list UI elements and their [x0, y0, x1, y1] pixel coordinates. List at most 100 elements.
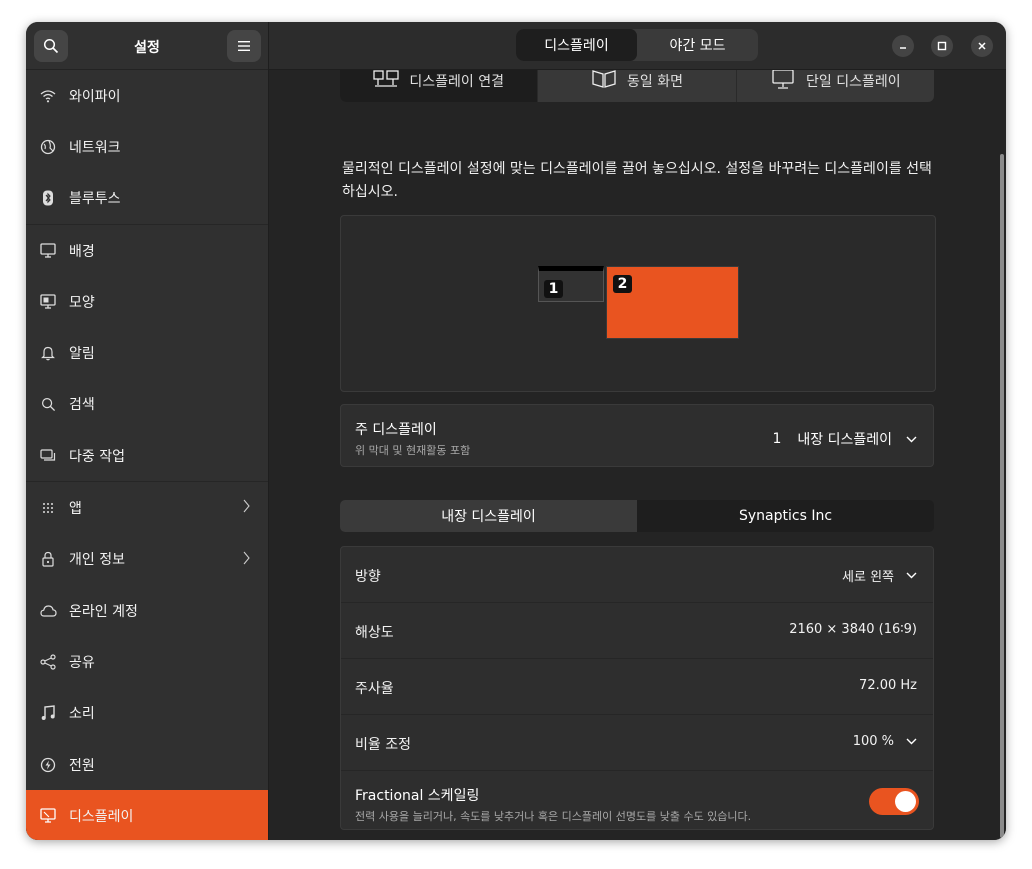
sidebar-item-privacy[interactable]: 개인 정보 — [26, 534, 268, 585]
chevron-right-icon — [243, 551, 250, 569]
primary-display-label: 주 디스플레이 — [355, 422, 437, 438]
scale-row[interactable]: 비율 조정 100 % — [341, 715, 933, 771]
arrangement-description: 물리적인 디스플레이 설정에 맞는 디스플레이를 끌어 놓으십시오. 설정을 바… — [342, 161, 932, 200]
primary-display-number: 1 — [772, 431, 782, 447]
sidebar-item-label: 디스플레이 — [69, 808, 134, 825]
monitor-1-badge: 1 — [544, 280, 563, 298]
chevron-down-icon — [906, 568, 917, 583]
sidebar-item-label: 앱 — [69, 501, 82, 518]
resolution-row[interactable]: 해상도 2160 × 3840 (16∶9) — [341, 603, 933, 659]
view-switcher: 디스플레이 야간 모드 — [516, 29, 758, 61]
sidebar-item-label: 다중 작업 — [69, 448, 125, 465]
orientation-value: 세로 왼쪽 — [842, 570, 894, 585]
sidebar-item-label: 배경 — [69, 243, 95, 260]
scale-value: 100 % — [852, 734, 894, 749]
sidebar-item-label: 와이파이 — [69, 88, 121, 105]
close-icon — [978, 42, 986, 50]
close-button[interactable] — [971, 35, 993, 57]
sidebar-item-displays[interactable]: 디스플레이 — [26, 790, 268, 840]
sidebar-item-online-accounts[interactable]: 온라인 계정 — [26, 585, 268, 636]
sidebar-item-bluetooth[interactable]: 블루투스 — [26, 173, 268, 224]
sidebar-item-label: 네트워크 — [69, 139, 121, 156]
background-monitor-icon — [39, 242, 57, 260]
sidebar-item-sound[interactable]: 소리 — [26, 688, 268, 739]
sidebar-item-label: 개인 정보 — [69, 552, 125, 569]
monitor-1-preview[interactable]: 1 — [538, 266, 604, 302]
chevron-down-icon — [906, 734, 917, 749]
orientation-label: 방향 — [355, 569, 381, 585]
primary-display-value: 내장 디스플레이 — [797, 432, 892, 448]
display-icon — [39, 807, 57, 825]
sidebar-header: 설정 — [26, 22, 268, 70]
bell-icon — [39, 344, 57, 362]
display-settings-card: 방향 세로 왼쪽 해상도 2160 × 3840 (16∶9) 주사율 72.0… — [340, 546, 934, 830]
display-mode-selector: 디스플레이 연결 동일 화면 단일 디스플레이 — [340, 70, 934, 102]
fractional-scaling-sublabel: 전력 사용을 늘리거나, 속도를 낮추거나 혹은 디스플레이 선명도를 낮출 수… — [355, 810, 752, 823]
primary-display-sublabel: 위 막대 및 현재활동 포함 — [355, 444, 471, 457]
scale-label: 비율 조정 — [355, 737, 411, 753]
display-arrangement-area: 1 2 — [340, 215, 936, 392]
sidebar-item-label: 알림 — [69, 346, 95, 363]
mode-join-displays[interactable]: 디스플레이 연결 — [340, 70, 539, 102]
sidebar-item-label: 온라인 계정 — [69, 603, 138, 620]
refresh-rate-row[interactable]: 주사율 72.00 Hz — [341, 659, 933, 715]
main-menu-button[interactable] — [227, 30, 261, 62]
sidebar-item-background[interactable]: 배경 — [26, 225, 268, 276]
lock-icon — [39, 550, 57, 568]
maximize-button[interactable] — [931, 35, 953, 57]
multitasking-icon — [39, 447, 57, 465]
sidebar-item-apps[interactable]: 앱 — [26, 482, 268, 533]
tab-night-light[interactable]: 야간 모드 — [637, 29, 758, 61]
cloud-icon — [39, 602, 57, 620]
scrollbar[interactable] — [1000, 154, 1004, 838]
monitor-2-badge: 2 — [613, 275, 632, 293]
fractional-scaling-row: Fractional 스케일링 전력 사용을 늘리거나, 속도를 낮추거나 혹은… — [341, 771, 933, 831]
tab-builtin-display[interactable]: 내장 디스플레이 — [340, 500, 637, 532]
sidebar-item-network[interactable]: 네트워크 — [26, 121, 268, 172]
appearance-icon — [39, 293, 57, 311]
mode-label: 디스플레이 연결 — [409, 74, 504, 90]
network-globe-icon — [39, 138, 57, 156]
hamburger-menu-icon — [238, 41, 250, 51]
chevron-down-icon — [906, 431, 917, 447]
resolution-value: 2160 × 3840 (16∶9) — [789, 622, 917, 637]
sidebar-item-multitasking[interactable]: 다중 작업 — [26, 430, 268, 481]
refresh-rate-value: 72.00 Hz — [859, 678, 917, 693]
wifi-icon — [39, 87, 57, 105]
maximize-icon — [937, 41, 947, 51]
sidebar-item-notifications[interactable]: 알림 — [26, 327, 268, 378]
minimize-button[interactable] — [892, 35, 914, 57]
tab-displays[interactable]: 디스플레이 — [516, 29, 637, 61]
sidebar-item-label: 모양 — [69, 294, 95, 311]
share-icon — [39, 653, 57, 671]
primary-display-card[interactable]: 주 디스플레이 위 막대 및 현재활동 포함 1 내장 디스플레이 — [340, 404, 934, 467]
sidebar-item-sharing[interactable]: 공유 — [26, 636, 268, 687]
tab-synaptics[interactable]: Synaptics Inc — [637, 500, 934, 532]
mode-mirror[interactable]: 동일 화면 — [538, 70, 737, 102]
sidebar-item-label: 공유 — [69, 654, 95, 671]
sidebar-item-label: 블루투스 — [69, 191, 121, 208]
mirror-icon — [591, 70, 617, 94]
toggle-knob — [895, 791, 916, 812]
sidebar-item-wifi[interactable]: 와이파이 — [26, 70, 268, 121]
monitor-2-preview[interactable]: 2 — [606, 266, 739, 339]
resolution-label: 해상도 — [355, 625, 394, 641]
sidebar-item-appearance[interactable]: 모양 — [26, 276, 268, 327]
orientation-row[interactable]: 방향 세로 왼쪽 — [341, 547, 933, 603]
chevron-right-icon — [243, 499, 250, 517]
sidebar-list: 와이파이 네트워크 블루투스 배경 모양 알림 검색 다중 작업 앱 개인 정보… — [26, 70, 268, 840]
search-icon — [39, 395, 57, 413]
sidebar-item-label: 전원 — [69, 757, 95, 774]
mode-label: 동일 화면 — [627, 74, 683, 90]
sidebar-item-label: 검색 — [69, 397, 95, 414]
header-bar: 디스플레이 야간 모드 — [269, 22, 1006, 70]
bluetooth-icon — [39, 189, 57, 207]
sidebar-item-search[interactable]: 검색 — [26, 379, 268, 430]
sidebar-item-power[interactable]: 전원 — [26, 739, 268, 790]
fractional-scaling-toggle[interactable] — [869, 788, 919, 815]
sidebar-item-label: 소리 — [69, 706, 95, 723]
mode-single-display[interactable]: 단일 디스플레이 — [737, 70, 934, 102]
display-tabs: 내장 디스플레이 Synaptics Inc — [340, 500, 934, 532]
power-icon — [39, 756, 57, 774]
settings-window: 설정 와이파이 네트워크 블루투스 배경 모양 알림 검색 다중 작업 앱 개인… — [26, 22, 1006, 840]
